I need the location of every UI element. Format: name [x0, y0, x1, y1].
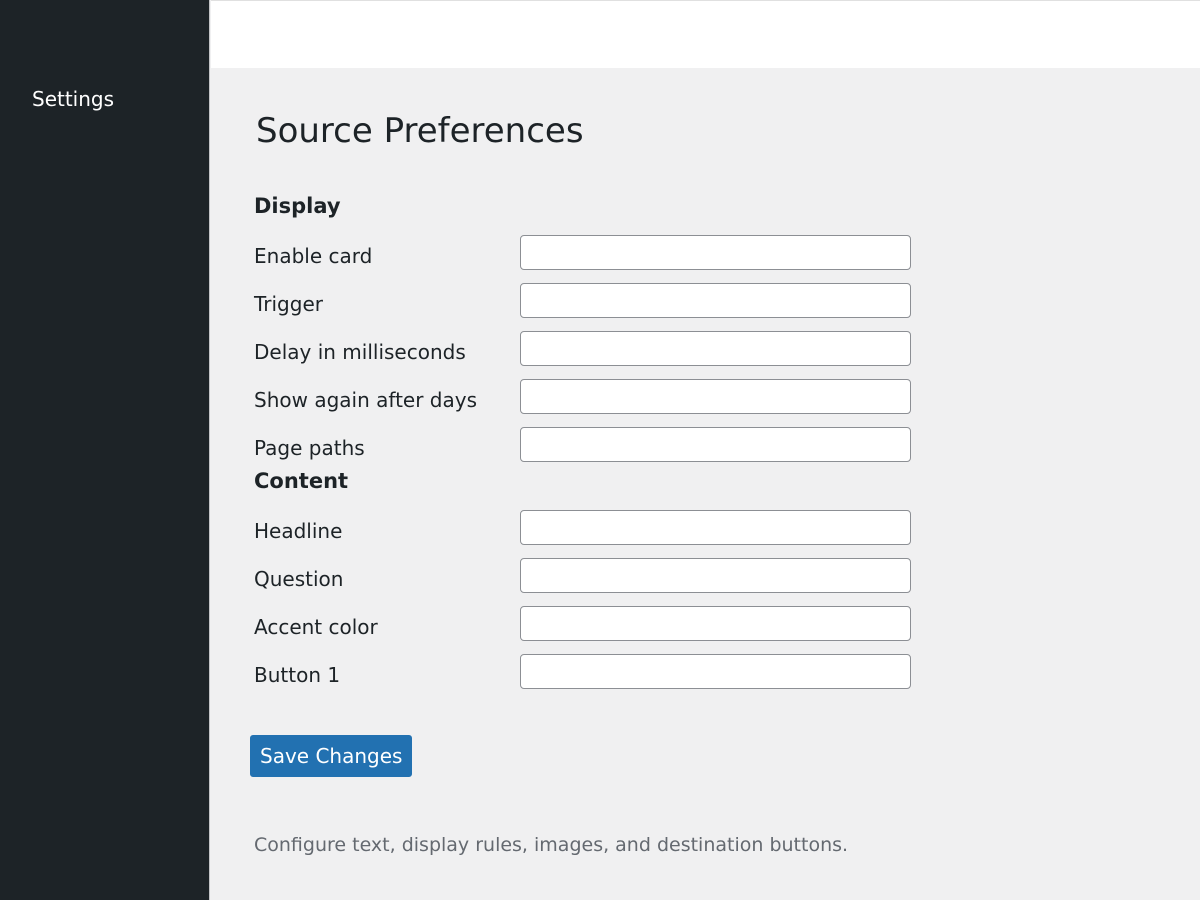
- top-bar: [211, 0, 1200, 68]
- main-content: Source Preferences Display Enable card T…: [211, 68, 1200, 900]
- admin-sidebar: Settings: [0, 0, 210, 900]
- label-button-1: Button 1: [254, 663, 341, 687]
- label-accent-color: Accent color: [254, 615, 378, 639]
- sidebar-item-settings[interactable]: Settings: [32, 86, 114, 112]
- button-1-input[interactable]: [520, 654, 911, 689]
- page-title: Source Preferences: [256, 111, 584, 151]
- page-description: Configure text, display rules, images, a…: [254, 834, 849, 856]
- headline-input[interactable]: [520, 510, 911, 545]
- section-heading-content: Content: [254, 469, 349, 493]
- trigger-input[interactable]: [520, 283, 911, 318]
- save-changes-button[interactable]: Save Changes: [250, 735, 413, 777]
- show-again-days-input[interactable]: [520, 379, 911, 414]
- page-paths-input[interactable]: [520, 427, 911, 462]
- section-heading-display: Display: [254, 194, 341, 218]
- label-show-again-days: Show again after days: [254, 388, 477, 412]
- label-trigger: Trigger: [254, 292, 323, 316]
- question-input[interactable]: [520, 558, 911, 593]
- label-question: Question: [254, 567, 344, 591]
- accent-color-input[interactable]: [520, 606, 911, 641]
- label-delay-milliseconds: Delay in milliseconds: [254, 340, 466, 364]
- label-page-paths: Page paths: [254, 436, 365, 460]
- label-enable-card: Enable card: [254, 244, 373, 268]
- label-headline: Headline: [254, 519, 343, 543]
- delay-milliseconds-input[interactable]: [520, 331, 911, 366]
- enable-card-input[interactable]: [520, 235, 911, 270]
